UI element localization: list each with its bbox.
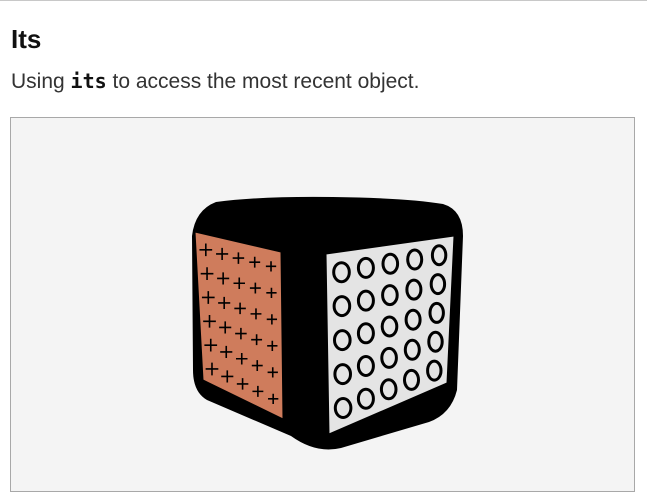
- top-divider: [0, 0, 647, 1]
- description-prefix: Using: [11, 70, 71, 93]
- rounded-cube-render: [11, 118, 634, 491]
- page-title: Its: [11, 24, 42, 54]
- inline-code-its: its: [70, 69, 107, 93]
- description-suffix: to access the most recent object.: [106, 70, 420, 93]
- render-viewport[interactable]: [10, 117, 635, 492]
- page-description: Using its to access the most recent obje…: [11, 66, 419, 97]
